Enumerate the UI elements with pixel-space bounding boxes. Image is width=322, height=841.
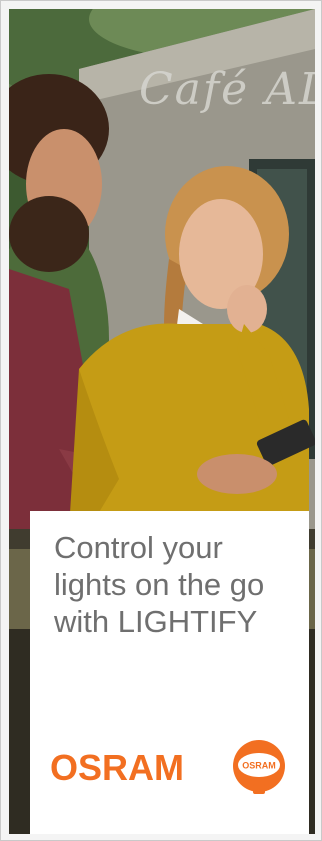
logo-mark-text: OSRAM [242,761,276,771]
ad-banner[interactable]: Café ALC Control your lights on the go w… [0,0,322,841]
osram-logo[interactable]: OSRAM OSRAM [50,737,300,799]
cafe-sign-text: Café ALC [139,64,315,115]
ad-text-card[interactable]: Control your lights on the go with LIGHT… [30,511,309,834]
osram-bulb-icon: OSRAM [233,740,285,794]
ad-headline[interactable]: Control your lights on the go with LIGHT… [54,529,294,640]
brand-wordmark: OSRAM [50,747,184,788]
